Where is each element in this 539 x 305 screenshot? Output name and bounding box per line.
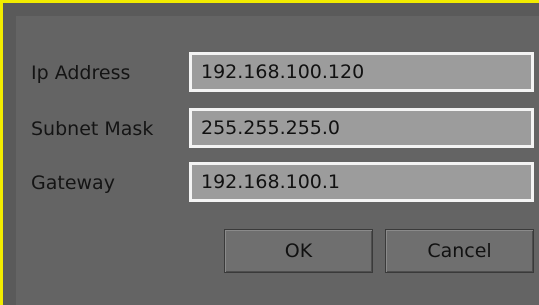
subnet-mask-label: Subnet Mask (31, 118, 154, 140)
subnet-mask-field[interactable]: 255.255.255.0 (189, 108, 534, 148)
ok-button[interactable]: OK (224, 229, 373, 273)
gateway-field[interactable]: 192.168.100.1 (189, 162, 534, 202)
gateway-label: Gateway (31, 172, 115, 194)
network-settings-dialog: Ip Address 192.168.100.120 Subnet Mask 2… (0, 0, 539, 305)
ip-address-label: Ip Address (31, 62, 131, 84)
ip-address-field[interactable]: 192.168.100.120 (189, 52, 534, 92)
cancel-button[interactable]: Cancel (385, 229, 534, 273)
